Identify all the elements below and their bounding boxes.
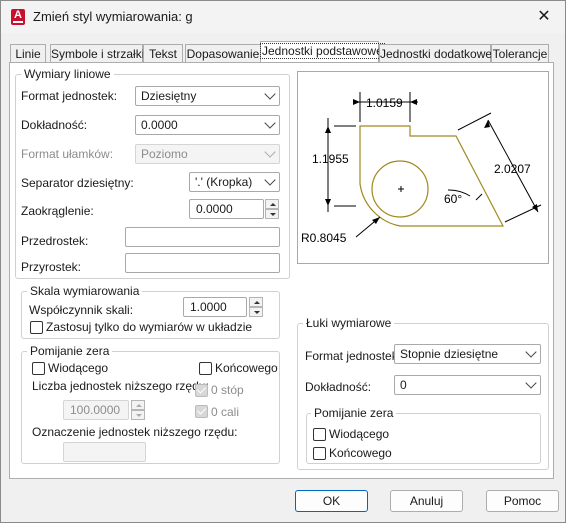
preview-shape (359, 125, 504, 227)
ok-button[interactable]: OK (295, 490, 368, 512)
angular-trailing-zero-label: Końcowego (329, 446, 392, 460)
tab-symbols-arrows[interactable]: Symbole i strzałki (50, 44, 144, 62)
spin-up-icon[interactable] (265, 199, 279, 209)
chevron-down-icon (525, 377, 537, 389)
angular-unit-format-label: Format jednostek: (305, 349, 402, 363)
feet-label: 0 stóp (211, 383, 244, 397)
chevron-down-icon (264, 146, 276, 158)
title-bar: A Zmień styl wymiarowania: g ✕ (1, 1, 565, 33)
feet-checkbox (195, 384, 208, 397)
inches-checkbox (195, 405, 208, 418)
preview-dim-diagonal: 2.0207 (494, 162, 531, 176)
spin-down-icon (131, 410, 145, 420)
tab-primary-units[interactable]: Jednostki podstawowe (260, 41, 385, 63)
round-off-spinner[interactable] (265, 199, 279, 219)
angular-trailing-zero-checkbox[interactable] (313, 447, 326, 460)
trailing-zero-label: Końcowego (215, 361, 278, 375)
angular-leading-zero-checkbox[interactable] (313, 428, 326, 441)
unit-format-label: Format jednostek: (21, 89, 118, 103)
autocad-app-icon: A (11, 9, 25, 25)
angular-precision-label: Dokładność: (305, 380, 372, 394)
sub-units-factor-spinner (131, 400, 145, 420)
unit-format-select[interactable]: Dziesiętny (135, 86, 280, 106)
precision-select[interactable]: 0.0000 (135, 115, 280, 135)
trailing-zero-checkbox[interactable] (199, 362, 212, 375)
leading-zero-label: Wiodącego (48, 361, 109, 375)
linear-dimensions-legend: Wymiary liniowe (21, 67, 114, 81)
angular-precision-select[interactable]: 0 (394, 375, 541, 395)
scale-factor-label: Współczynnik skali: (29, 303, 134, 317)
suffix-input[interactable] (125, 253, 280, 273)
decimal-separator-label: Separator dziesiętny: (21, 176, 134, 190)
sub-units-factor-label: Liczba jednostek niższego rzędu: (32, 379, 209, 393)
decimal-separator-select[interactable]: '.' (Kropka) (189, 172, 280, 192)
measurement-scale-legend: Skala wymiarowania (27, 284, 143, 298)
prefix-label: Przedrostek: (21, 234, 89, 248)
angular-zero-suppression-legend: Pomijanie zera (311, 406, 397, 420)
layout-only-checkbox[interactable] (30, 321, 43, 334)
sub-units-factor-input: 100.0000 (63, 400, 129, 420)
dimension-preview: 1.0159 1.1955 2.0207 60° R0.8045 (297, 71, 549, 264)
chevron-down-icon (264, 88, 276, 100)
sub-unit-suffix-input (63, 442, 146, 462)
suffix-label: Przyrostek: (21, 260, 82, 274)
angular-unit-format-select[interactable]: Stopnie dziesiętne (394, 344, 541, 364)
preview-radius: R0.8045 (301, 231, 347, 245)
round-off-input[interactable]: 0.0000 (189, 199, 264, 219)
inches-label: 0 cali (211, 405, 240, 419)
spin-up-icon (131, 400, 145, 410)
angular-leading-zero-label: Wiodącego (329, 427, 390, 441)
preview-drawing: 1.0159 1.1955 2.0207 60° R0.8045 (301, 92, 542, 245)
round-off-label: Zaokrąglenie: (21, 204, 94, 218)
chevron-down-icon (264, 117, 276, 129)
scale-factor-spinner[interactable] (249, 297, 263, 317)
zero-suppression-legend: Pomijanie zera (27, 344, 113, 358)
tab-tolerances[interactable]: Tolerancje (491, 44, 549, 62)
preview-dim-left: 1.1955 (312, 152, 349, 166)
preview-angle: 60° (444, 192, 462, 206)
window-title: Zmień styl wymiarowania: g (33, 9, 193, 24)
leading-zero-checkbox[interactable] (32, 362, 45, 375)
angular-dimensions-legend: Łuki wymiarowe (303, 316, 395, 330)
tab-text[interactable]: Tekst (143, 44, 183, 62)
cancel-button[interactable]: Anuluj (390, 490, 463, 512)
chevron-down-icon (525, 346, 537, 358)
tab-alternate-units[interactable]: Jednostki dodatkowe (379, 44, 492, 62)
spin-up-icon[interactable] (249, 297, 263, 307)
sub-unit-suffix-label: Oznaczenie jednostek niższego rzędu: (32, 425, 238, 439)
dimension-style-dialog: A Zmień styl wymiarowania: g ✕ Linie Sym… (0, 0, 566, 523)
scale-factor-input[interactable]: 1.0000 (183, 297, 247, 317)
help-button[interactable]: Pomoc (486, 490, 559, 512)
chevron-down-icon (264, 174, 276, 186)
preview-dim-top: 1.0159 (366, 96, 403, 110)
fraction-format-select: Poziomo (135, 144, 280, 164)
tab-fit[interactable]: Dopasowanie (185, 44, 261, 62)
spin-down-icon[interactable] (249, 307, 263, 317)
layout-only-label: Zastosuj tylko do wymiarów w układzie (46, 320, 253, 334)
close-icon[interactable]: ✕ (534, 8, 554, 26)
fraction-format-label: Format ułamków: (21, 147, 114, 161)
prefix-input[interactable] (125, 227, 280, 247)
precision-label: Dokładność: (21, 118, 88, 132)
tab-lines[interactable]: Linie (10, 44, 46, 62)
spin-down-icon[interactable] (265, 209, 279, 219)
